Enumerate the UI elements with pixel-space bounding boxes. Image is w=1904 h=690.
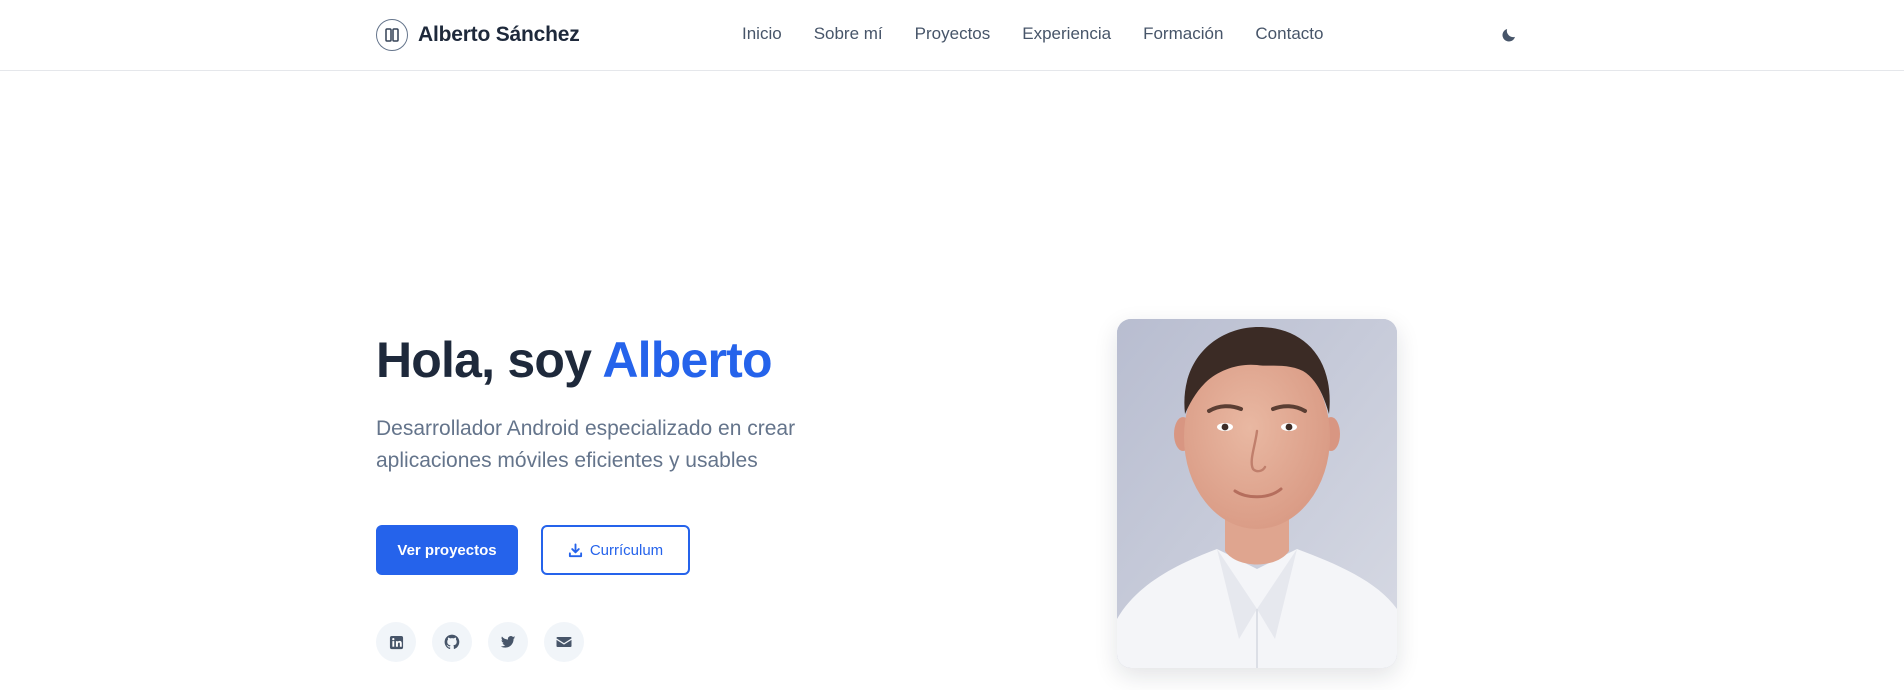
main-nav: Inicio Sobre mí Proyectos Experiencia Fo…	[742, 22, 1323, 46]
nav-link-contacto[interactable]: Contacto	[1255, 22, 1323, 46]
hero-subtitle: Desarrollador Android especializado en c…	[376, 417, 796, 472]
nav-link-formacion[interactable]: Formación	[1143, 22, 1223, 46]
twitter-icon	[500, 636, 516, 648]
nav-link-proyectos[interactable]: Proyectos	[915, 22, 991, 46]
brand-link[interactable]: Alberto Sánchez	[376, 19, 580, 51]
profile-photo	[1117, 319, 1397, 668]
download-cv-button[interactable]: Currículum	[541, 525, 690, 575]
twitter-link[interactable]	[488, 622, 528, 662]
brand-name: Alberto Sánchez	[418, 23, 580, 46]
nav-link-experiencia[interactable]: Experiencia	[1022, 22, 1111, 46]
email-link[interactable]	[544, 622, 584, 662]
nav-link-sobre-mi[interactable]: Sobre mí	[814, 22, 883, 46]
view-projects-button[interactable]: Ver proyectos	[376, 525, 518, 575]
social-links	[376, 622, 584, 662]
linkedin-link[interactable]	[376, 622, 416, 662]
avatar-logo-icon	[376, 19, 408, 51]
email-icon	[556, 637, 572, 647]
profile-photo-illustration	[1117, 319, 1397, 668]
site-header: Alberto Sánchez Inicio Sobre mí Proyecto…	[0, 0, 1904, 71]
github-icon	[444, 634, 460, 650]
download-cv-label: Currículum	[589, 541, 664, 559]
github-link[interactable]	[432, 622, 472, 662]
hero-greeting: Hola, soy	[376, 332, 603, 388]
hero-title: Hola, soy Alberto	[376, 328, 773, 392]
download-icon	[568, 542, 582, 557]
hero-name: Alberto	[602, 332, 772, 388]
theme-toggle-button[interactable]	[1496, 22, 1522, 48]
moon-icon	[1502, 29, 1515, 42]
linkedin-icon	[389, 635, 403, 649]
nav-link-inicio[interactable]: Inicio	[742, 22, 782, 46]
